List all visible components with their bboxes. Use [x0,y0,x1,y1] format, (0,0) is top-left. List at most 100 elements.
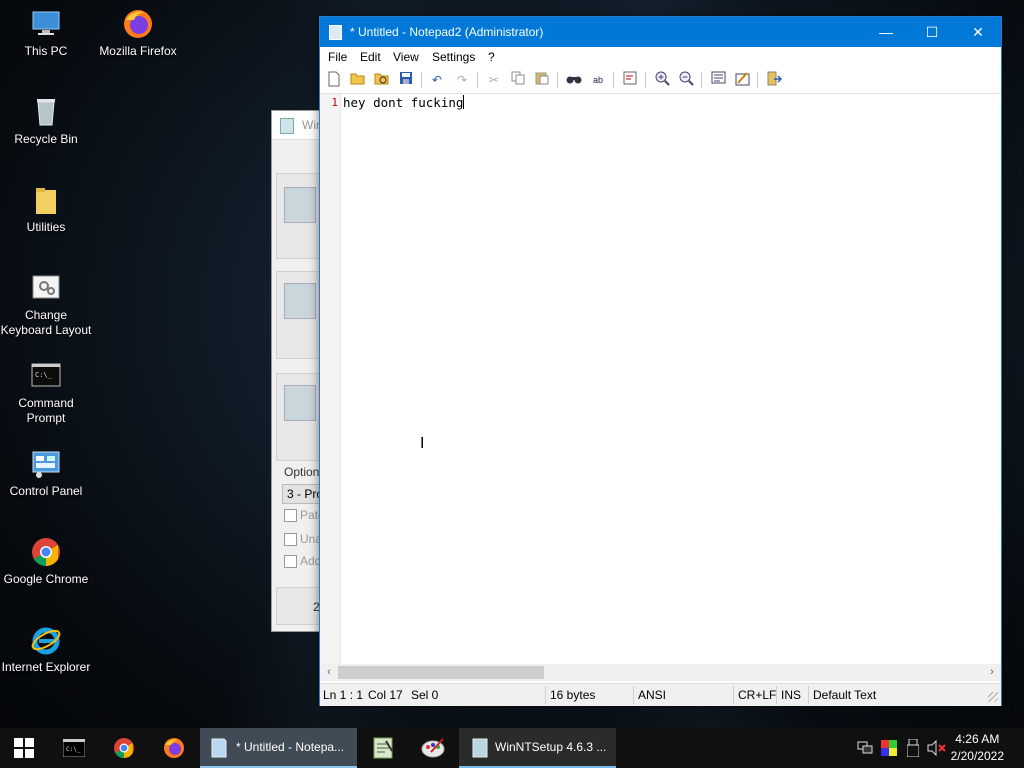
tray-network-icon[interactable] [856,728,874,768]
new-file-icon[interactable] [325,71,343,89]
toolbar-separator [701,72,702,88]
task-label: WinNTSetup 4.6.3 ... [495,740,607,754]
customize-scheme-icon[interactable] [733,71,751,89]
paste-icon[interactable] [533,71,551,89]
redo-icon[interactable]: ↷ [453,71,471,89]
toolbar-separator [613,72,614,88]
scroll-left-icon[interactable]: ‹ [321,665,337,680]
desktop-icon-command-prompt[interactable]: C:\_ Command Prompt [0,360,92,426]
undo-icon[interactable]: ↶ [428,71,446,89]
desktop-icon-internet-explorer[interactable]: Internet Explorer [0,624,92,675]
taskbar-paint[interactable] [409,728,457,768]
start-button[interactable] [0,728,48,768]
word-wrap-icon[interactable] [621,71,639,89]
status-separator [776,686,777,704]
notepad2-titlebar[interactable]: * Untitled - Notepad2 (Administrator) — … [320,17,1001,47]
toolbar-separator [421,72,422,88]
maximize-button[interactable]: ☐ [909,17,955,47]
open-folder-icon[interactable] [349,71,367,89]
control-panel-icon [30,448,62,480]
desktop-icon-utilities[interactable]: Utilities [0,184,92,235]
exit-icon[interactable] [765,71,783,89]
status-encoding[interactable]: ANSI [638,688,666,702]
internet-explorer-icon [30,624,62,656]
status-separator [733,686,734,704]
taskbar-command-prompt[interactable]: C:\_ [50,728,98,768]
line-number: 1 [331,96,338,109]
status-scheme[interactable]: Default Text [813,688,876,702]
toolbar: ↶ ↷ ✂ ab [320,67,1001,94]
taskbar-notepad-pinned[interactable] [359,728,407,768]
desktop-icon-label: This PC [24,44,68,58]
editor-content[interactable]: hey dont fucking [343,95,465,110]
resize-grip-icon[interactable] [988,692,998,702]
horizontal-scrollbar[interactable]: ‹ › [320,664,1001,681]
command-prompt-icon: C:\_ [30,360,62,392]
zoom-out-icon[interactable] [677,71,695,89]
checkbox-1[interactable] [284,509,297,522]
status-size: 16 bytes [550,688,596,702]
desktop-icon-google-chrome[interactable]: Google Chrome [0,536,92,587]
desktop-icon-this-pc[interactable]: This PC [0,8,92,59]
toolbar-separator [477,72,478,88]
svg-text:C:\_: C:\_ [35,371,53,379]
command-prompt-icon: C:\_ [63,739,85,757]
menu-view[interactable]: View [393,50,419,64]
firefox-icon [122,8,154,40]
scrollbar-thumb[interactable] [338,666,544,679]
minimize-button[interactable]: — [863,17,909,47]
replace-icon[interactable]: ab [589,71,607,89]
taskbar-task-winntsetup[interactable]: WinNTSetup 4.6.3 ... [459,728,616,768]
notepad2-window[interactable]: * Untitled - Notepad2 (Administrator) — … [319,16,1002,706]
desktop-icon-change-keyboard-layout[interactable]: Change Keyboard Layout [0,272,92,338]
status-line-endings[interactable]: CR+LF [738,688,776,702]
checkbox-2[interactable] [284,533,297,546]
paint-icon [421,738,445,758]
folder-icon [30,184,62,216]
menu-file[interactable]: File [328,50,347,64]
mouse-cursor-ibeam: I [420,435,425,452]
scroll-right-icon[interactable]: › [984,665,1000,680]
desktop-icon-firefox[interactable]: Mozilla Firefox [92,8,184,59]
desktop-icon-label: Internet Explorer [1,660,91,674]
status-column: Col 17 [368,688,403,702]
notepad-icon [373,737,393,759]
tray-usb-icon[interactable] [904,728,922,768]
save-icon[interactable] [397,71,415,89]
status-separator [633,686,634,704]
menu-settings[interactable]: Settings [432,50,475,64]
tray-clock[interactable]: 4:26 AM 2/20/2022 [951,731,1004,765]
taskbar-firefox[interactable] [150,728,198,768]
copy-icon[interactable] [509,71,527,89]
menu-help[interactable]: ? [488,50,495,64]
options-label: Option [284,465,320,479]
windows-logo-icon [14,738,34,758]
status-mode[interactable]: INS [781,688,801,702]
text-editor[interactable]: 1 hey dont fucking [320,94,1001,664]
find-icon[interactable] [565,71,583,89]
close-button[interactable]: ✕ [955,17,1001,47]
toolbar-separator [645,72,646,88]
scheme-icon[interactable] [709,71,727,89]
toolbar-separator [757,72,758,88]
menu-edit[interactable]: Edit [360,50,381,64]
taskbar-chrome[interactable] [100,728,148,768]
computer-icon [30,8,62,40]
zoom-in-icon[interactable] [653,71,671,89]
desktop-icon-label: Control Panel [9,484,83,498]
cut-icon[interactable]: ✂ [485,71,503,89]
checkbox-3[interactable] [284,555,297,568]
taskbar-task-notepad2[interactable]: * Untitled - Notepa... [200,728,357,768]
desktop-icon-label: Command Prompt [18,396,74,425]
browse-icon[interactable] [373,71,391,89]
status-selection: Sel 0 [411,688,439,702]
desktop: This PC Mozilla Firefox Recycle Bin Util… [0,0,1024,728]
tray-volume-muted-icon[interactable] [926,728,946,768]
tray-color-icon[interactable] [880,728,898,768]
chrome-icon [30,536,62,568]
windows-logo-icon [284,385,316,421]
status-bar: Ln 1 : 1 Col 17 Sel 0 16 bytes ANSI CR+L… [320,683,1001,706]
desktop-icon-label: Google Chrome [3,572,89,586]
desktop-icon-recycle-bin[interactable]: Recycle Bin [0,96,92,147]
desktop-icon-control-panel[interactable]: Control Panel [0,448,92,499]
